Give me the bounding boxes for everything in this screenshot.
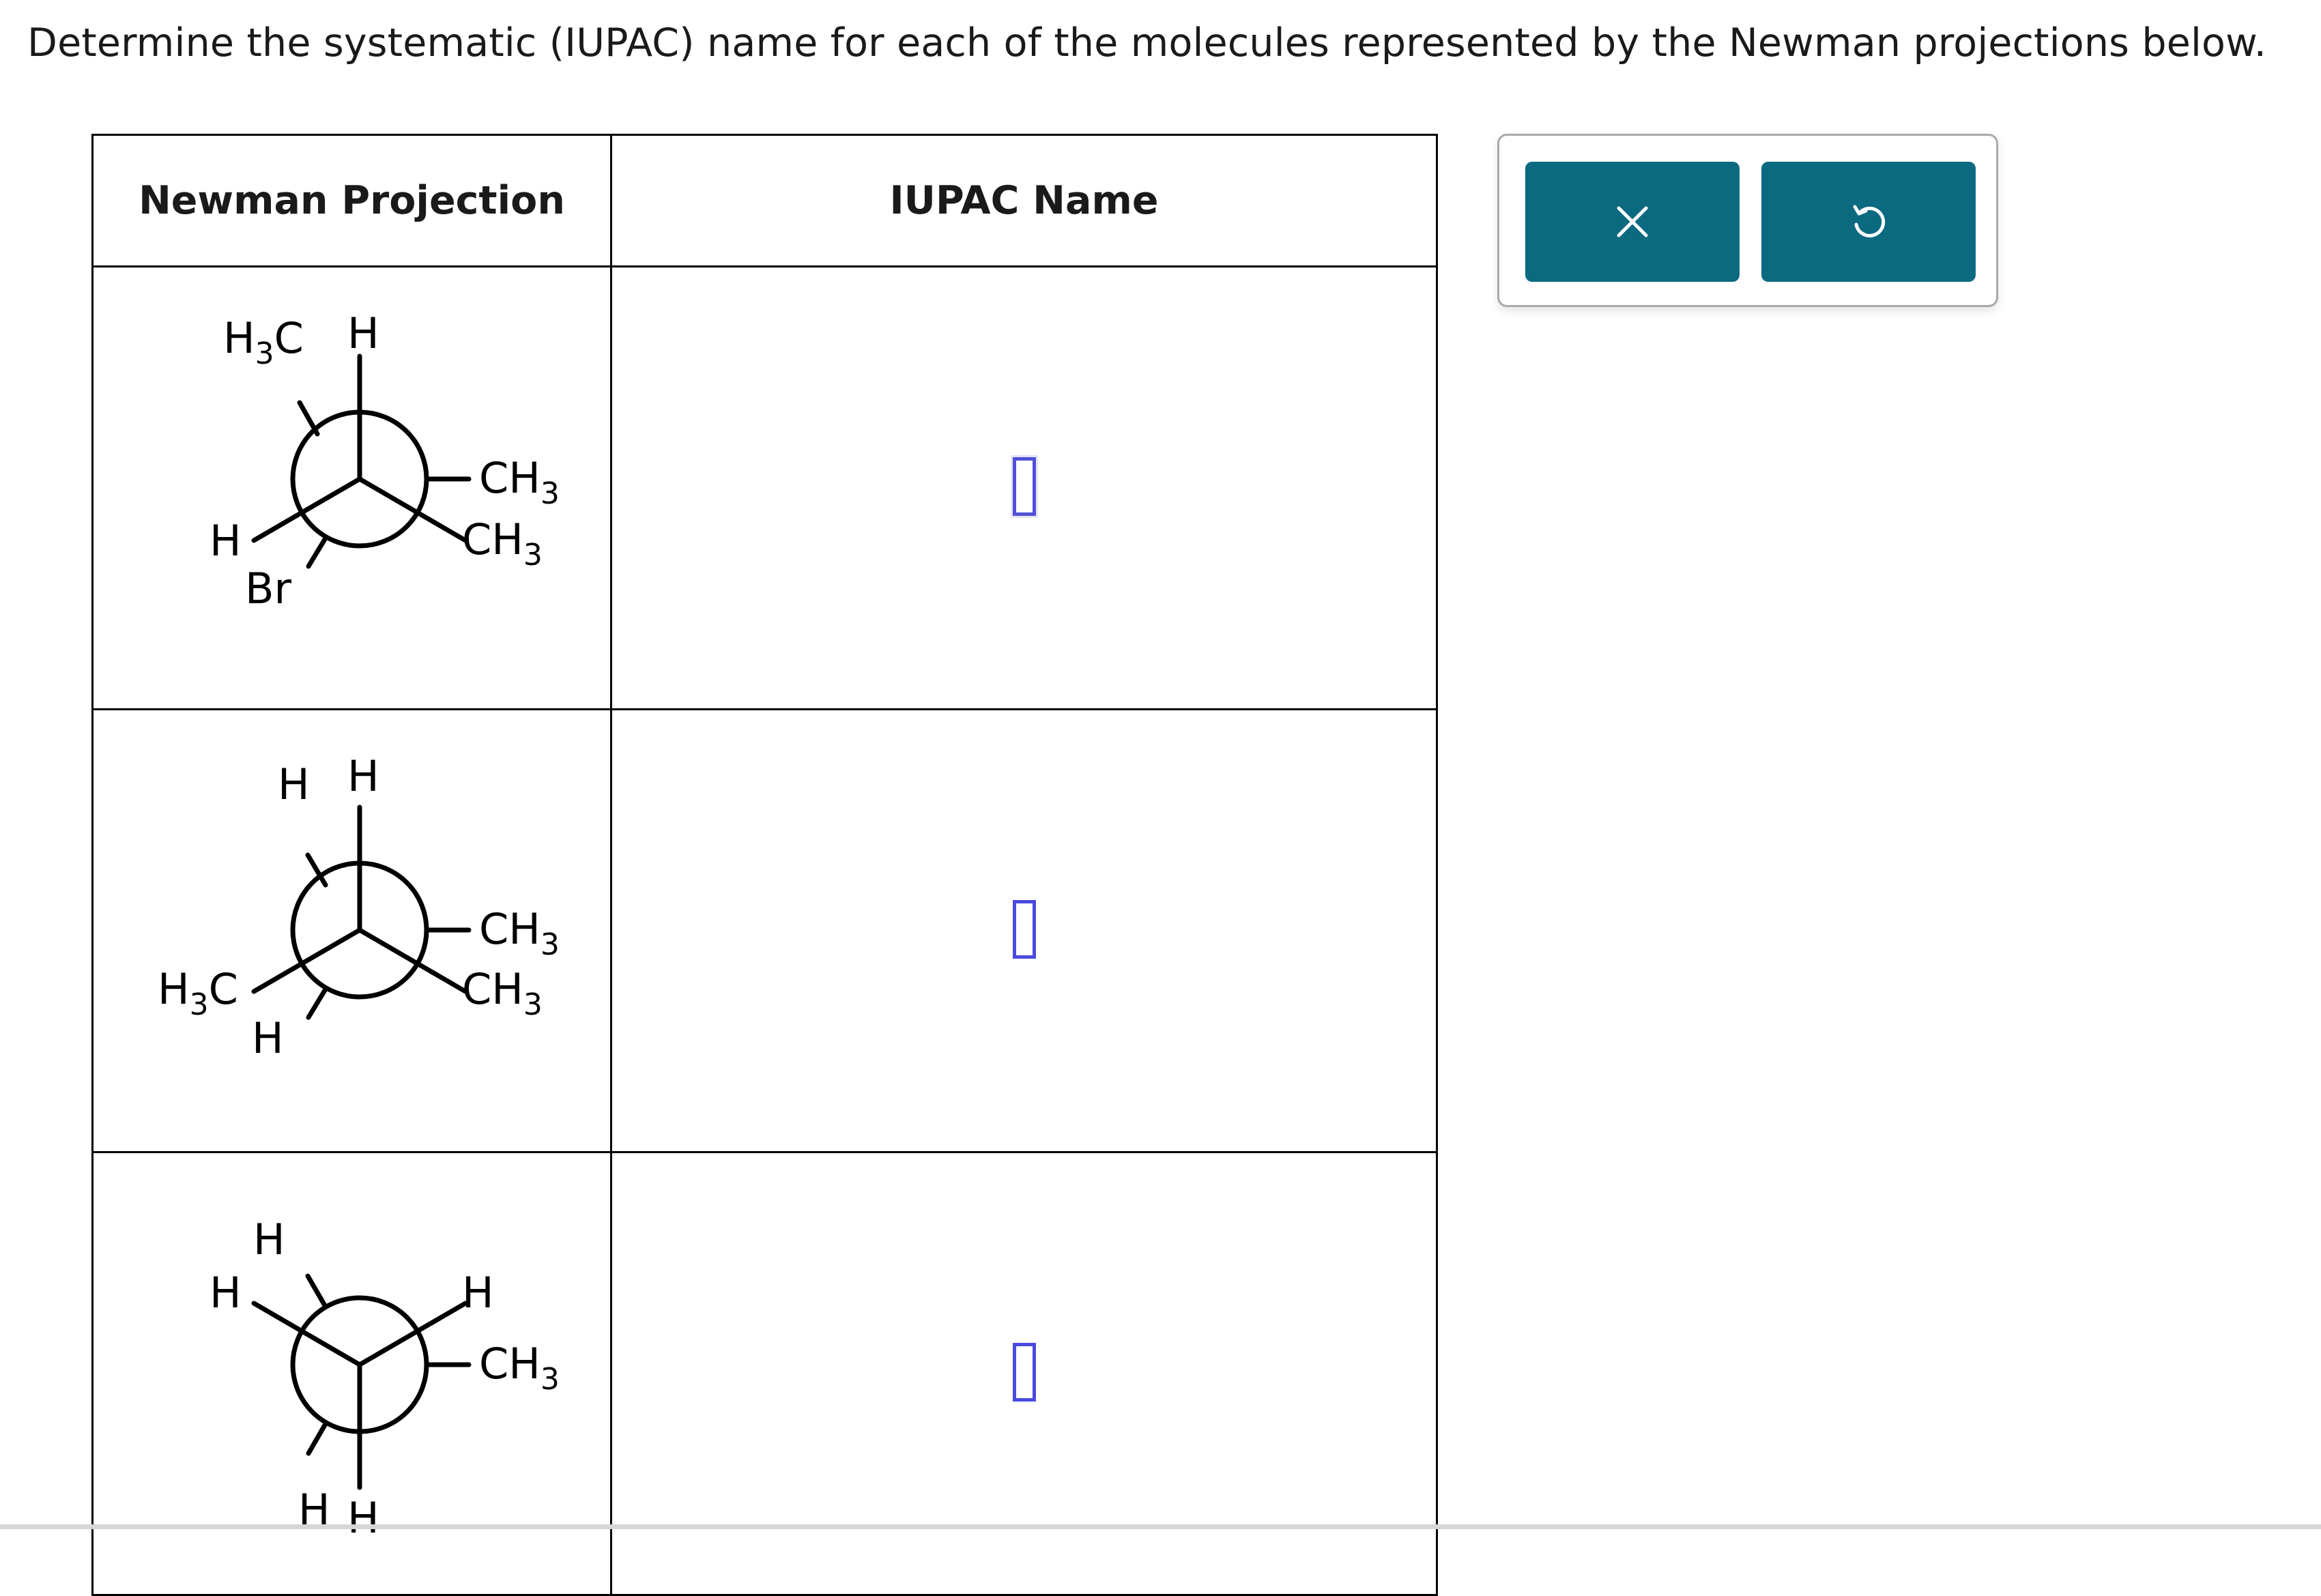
back-upper-right-label: CH3 — [479, 453, 560, 511]
front-upper-right-label: H — [462, 1268, 494, 1318]
table-row: H H CH3 CH3 H3C H — [91, 708, 1438, 1153]
back-upper-left-label: H — [278, 759, 310, 809]
newman-projection-1: H3C H CH3 CH3 H Br — [210, 308, 560, 613]
newman-cell: H H CH3 CH3 H3C H — [91, 708, 612, 1153]
clear-button[interactable] — [1525, 162, 1740, 282]
front-top-label: H — [347, 751, 379, 801]
answer-cell — [610, 708, 1438, 1153]
front-bottom-label: H — [347, 1493, 379, 1543]
front-top-label: H — [347, 308, 379, 358]
close-icon — [1617, 206, 1648, 237]
answer-input-2[interactable] — [1012, 900, 1036, 959]
back-top-label: H — [253, 1215, 285, 1264]
front-lower-right-label: CH3 — [462, 964, 543, 1022]
table-header-row: Newman Projection IUPAC Name — [91, 134, 1438, 267]
header-iupac-name: IUPAC Name — [610, 134, 1438, 267]
reset-button[interactable] — [1761, 162, 1976, 282]
front-lower-right-label: CH3 — [462, 514, 543, 572]
answer-toolbar — [1497, 134, 1998, 307]
newman-projection-2: H H CH3 CH3 H3C H — [158, 751, 560, 1063]
header-newman-projection: Newman Projection — [91, 134, 612, 267]
back-bottom-label: Br — [245, 564, 292, 613]
table-row: H3C H CH3 CH3 H Br — [91, 265, 1438, 710]
back-upper-right-label: CH3 — [479, 904, 560, 962]
newman-cell: H3C H CH3 CH3 H Br — [91, 265, 612, 710]
front-lower-left-label: H — [210, 516, 242, 566]
front-upper-left-label: H — [210, 1268, 242, 1318]
answer-input-1[interactable] — [1012, 457, 1036, 516]
question-prompt: Determine the systematic (IUPAC) name fo… — [27, 20, 2267, 66]
back-right-label: CH3 — [479, 1339, 560, 1397]
undo-icon — [1853, 205, 1886, 237]
front-lower-left-label: H3C — [158, 964, 238, 1022]
back-bottom-label: H — [252, 1013, 284, 1063]
answer-cell — [610, 265, 1438, 710]
back-upper-left-label: H3C — [223, 313, 304, 371]
answer-input-3[interactable] — [1012, 1343, 1036, 1402]
scroll-edge — [0, 1524, 2321, 1529]
answer-table: Newman Projection IUPAC Name H3C H CH3 C… — [91, 134, 1438, 1596]
